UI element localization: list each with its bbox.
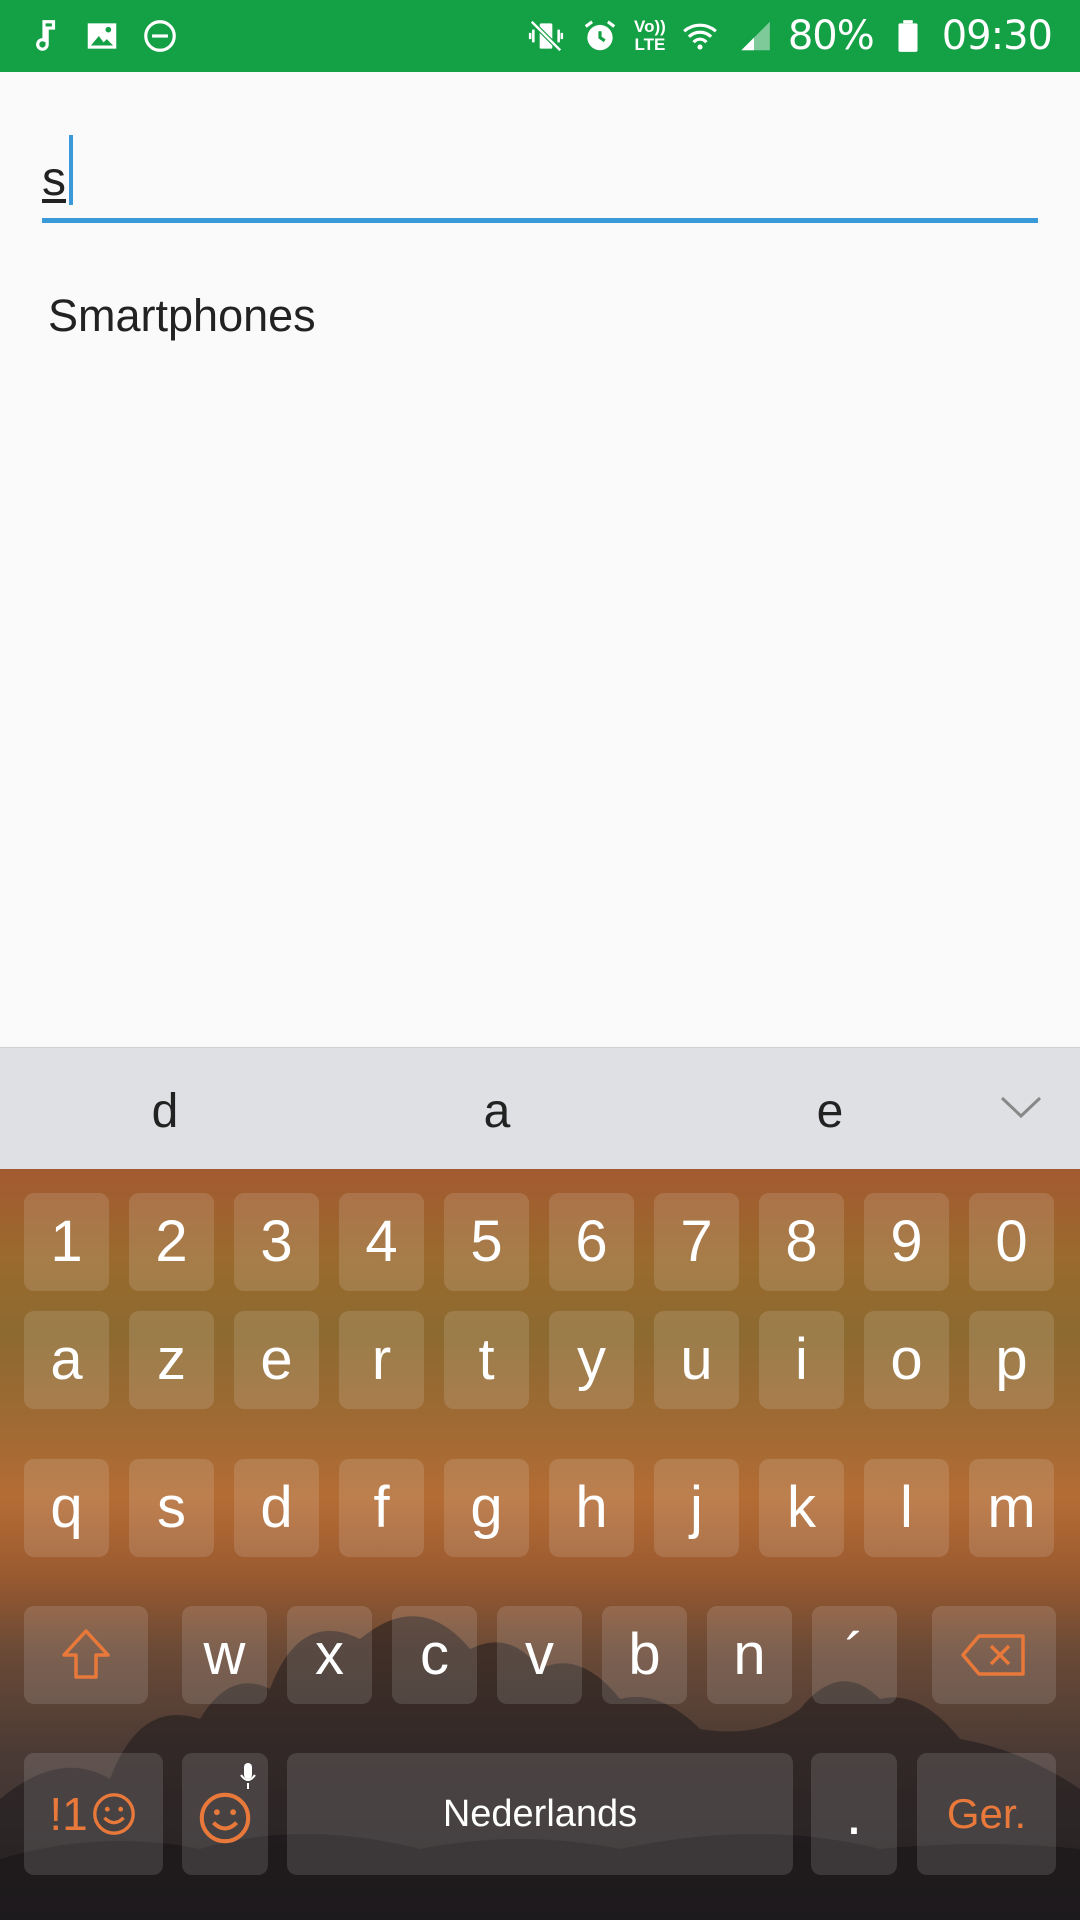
key-9[interactable]: 9 [864,1193,949,1291]
search-input[interactable]: s [42,130,1038,226]
key-w[interactable]: w [182,1606,267,1704]
key-3[interactable]: 3 [234,1193,319,1291]
key-2[interactable]: 2 [129,1193,214,1291]
shift-key[interactable] [24,1606,148,1704]
key-i[interactable]: i [759,1311,844,1409]
key-k[interactable]: k [759,1459,844,1557]
symbols-key[interactable]: !1 [24,1753,163,1875]
enter-key[interactable]: Ger. [917,1753,1056,1875]
battery-percentage: 80% [787,13,875,59]
do-not-disturb-icon [140,16,180,56]
search-input-underline [42,218,1038,223]
backspace-icon [961,1634,1025,1676]
key-x[interactable]: x [287,1606,372,1704]
shift-icon [62,1629,110,1679]
key-1[interactable]: 1 [24,1193,109,1291]
key-t[interactable]: t [444,1311,529,1409]
wifi-icon [680,16,720,56]
key-d[interactable]: d [234,1459,319,1557]
key-6[interactable]: 6 [549,1193,634,1291]
key-v[interactable]: v [497,1606,582,1704]
key-n[interactable]: n [707,1606,792,1704]
lte-label: LTE [634,35,666,54]
key-f[interactable]: f [339,1459,424,1557]
prediction-bar: d a e [0,1047,1080,1169]
key-p[interactable]: p [969,1311,1054,1409]
key-u[interactable]: u [654,1311,739,1409]
volte-icon: Vo)) LTE [634,18,666,54]
key-m[interactable]: m [969,1459,1054,1557]
prediction-word[interactable]: a [437,1084,557,1139]
keyboard: 1 2 3 4 5 6 7 8 9 0 a z e r t y u i o p … [0,1169,1080,1920]
key-0[interactable]: 0 [969,1193,1054,1291]
key-s[interactable]: s [129,1459,214,1557]
space-key[interactable]: Nederlands [287,1753,793,1875]
status-bar: Vo)) LTE 80% 09:30 [0,0,1080,72]
key-y[interactable]: y [549,1311,634,1409]
music-note-icon [24,16,64,56]
key-j[interactable]: j [654,1459,739,1557]
clock: 09:30 [941,13,1053,59]
battery-icon [888,16,928,56]
backspace-key[interactable] [932,1606,1056,1704]
key-o[interactable]: o [864,1311,949,1409]
key-h[interactable]: h [549,1459,634,1557]
symbols-key-label: !1 [49,1788,88,1840]
key-4[interactable]: 4 [339,1193,424,1291]
key-e[interactable]: e [234,1311,319,1409]
emoji-key[interactable] [182,1753,268,1875]
key-8[interactable]: 8 [759,1193,844,1291]
search-input-value[interactable]: s [42,152,66,207]
prediction-word[interactable]: d [105,1084,225,1139]
key-7[interactable]: 7 [654,1193,739,1291]
key-acute[interactable]: ´ [812,1606,897,1704]
text-cursor [69,135,73,205]
key-g[interactable]: g [444,1459,529,1557]
key-a[interactable]: a [24,1311,109,1409]
key-5[interactable]: 5 [444,1193,529,1291]
key-q[interactable]: q [24,1459,109,1557]
suggestion-item[interactable]: Smartphones [48,290,316,342]
smiley-icon [92,1793,135,1835]
signal-icon [734,16,774,56]
period-key[interactable]: . [811,1753,897,1875]
emoji-icon [199,1792,251,1844]
key-r[interactable]: r [339,1311,424,1409]
prediction-word[interactable]: e [770,1084,890,1139]
volte-label: Vo)) [634,17,666,36]
alarm-icon [580,16,620,56]
chevron-down-icon[interactable] [996,1088,1046,1128]
microphone-icon [240,1763,256,1789]
image-icon [82,16,122,56]
key-c[interactable]: c [392,1606,477,1704]
vibrate-icon [526,16,566,56]
key-b[interactable]: b [602,1606,687,1704]
key-l[interactable]: l [864,1459,949,1557]
key-z[interactable]: z [129,1311,214,1409]
